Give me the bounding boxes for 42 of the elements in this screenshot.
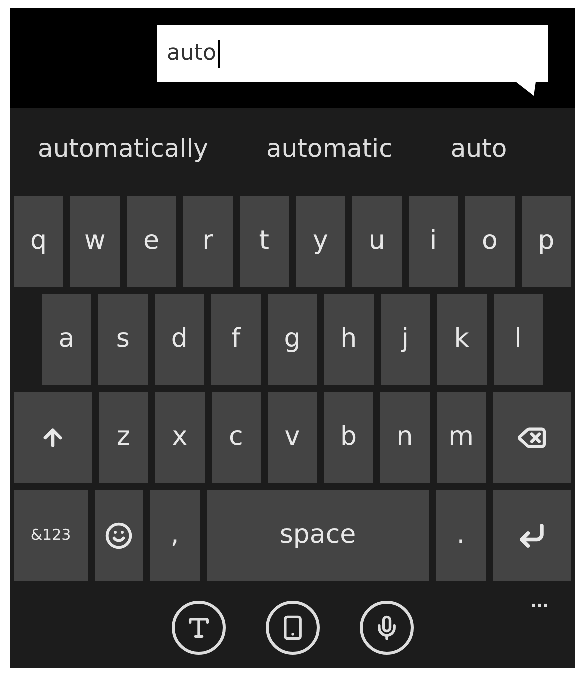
microphone-button[interactable] [360,601,414,655]
suggestion[interactable]: automatically [38,130,208,168]
key[interactable]: , [150,490,200,581]
key[interactable]: c [212,392,261,483]
key[interactable]: w [70,196,120,287]
backspace-key[interactable] [492,392,571,483]
key[interactable]: s [98,294,148,385]
text-button[interactable] [172,601,226,655]
key[interactable]: p [522,196,572,287]
key[interactable]: r [183,196,233,287]
key[interactable]: i [408,196,458,287]
suggestion[interactable]: auto [450,130,508,168]
suggestion[interactable]: automatic [266,130,393,168]
key[interactable]: y [296,196,346,287]
key[interactable]: d [154,294,204,385]
key[interactable]: j [380,294,430,385]
key[interactable]: f [211,294,261,385]
smiley-icon [105,522,133,550]
more-button[interactable]: ... [530,590,549,614]
space-key[interactable]: space [207,490,429,581]
key[interactable]: b [324,392,374,483]
key[interactable]: q [14,196,64,287]
phone-button[interactable] [266,601,320,655]
key[interactable]: g [268,294,318,385]
key[interactable]: a [42,294,92,385]
key[interactable]: h [324,294,374,385]
key[interactable]: m [436,392,486,483]
key[interactable]: o [465,196,515,287]
key[interactable]: . [436,490,486,581]
key[interactable]: e [126,196,176,287]
enter-key[interactable] [493,490,571,581]
emoji-key[interactable] [95,490,143,581]
key[interactable]: v [268,392,318,483]
key[interactable]: l [494,294,543,385]
key[interactable]: u [352,196,402,287]
key[interactable]: x [155,392,205,483]
key[interactable]: z [99,392,148,483]
input-field[interactable]: auto [157,25,548,82]
key[interactable]: n [380,392,430,483]
key[interactable]: t [240,196,290,287]
symbols-key[interactable]: &123 [14,490,88,581]
key[interactable]: k [437,294,486,385]
